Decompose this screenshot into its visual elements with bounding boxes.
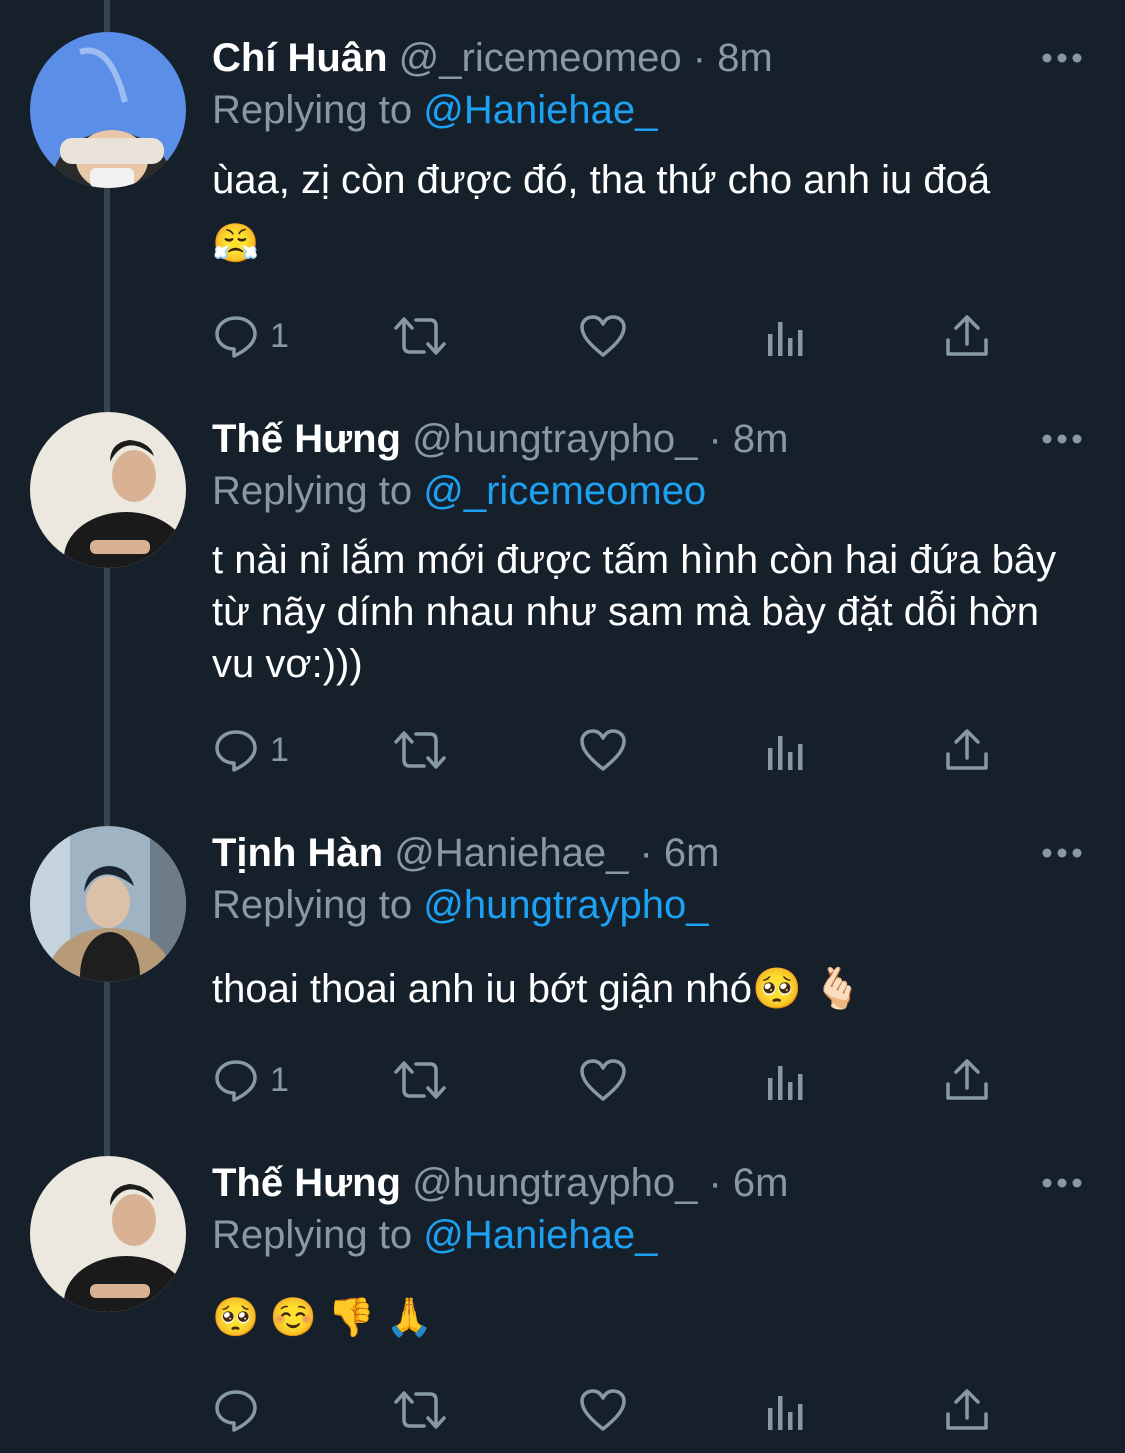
retweet-button[interactable] [392,1386,448,1438]
black-shirt-avatar-icon [30,1156,186,1312]
heart-icon [580,1389,626,1431]
more-options-button[interactable] [1040,1173,1084,1193]
display-name[interactable]: Thế Hưng [212,1161,401,1205]
more-icon [1042,1178,1082,1188]
emoji: 🥺 [212,1297,260,1339]
analytics-icon [768,1396,803,1430]
replying-to-label: Replying to [212,1213,413,1257]
emoji: 👎 [327,1297,376,1339]
share-button[interactable] [944,1386,990,1438]
like-button[interactable] [578,1386,628,1438]
reply-button[interactable] [212,1386,260,1438]
timestamp[interactable]: 6m [733,1161,789,1205]
user-handle[interactable]: @hungtraypho_ [412,1161,697,1205]
analytics-button[interactable] [764,1386,808,1438]
emoji: 🙏 [385,1297,433,1339]
replying-to: Replying to @Haniehae_ [212,1209,657,1261]
emoji-row: 🥺 ☺️ 👎 🙏 [212,1292,433,1344]
retweet-icon [394,1391,446,1429]
reply-icon [215,1390,257,1432]
avatar[interactable] [30,1156,186,1312]
mention-link[interactable]: @Haniehae_ [423,1213,657,1257]
separator-dot: · [708,1161,722,1205]
tweet[interactable]: Thế Hưng @hungtraypho_ · 6m Replying to … [0,0,1125,1453]
share-icon [946,1389,988,1430]
tweet-header: Thế Hưng @hungtraypho_ · 6m [212,1157,1045,1209]
emoji: ☺️ [269,1297,318,1339]
